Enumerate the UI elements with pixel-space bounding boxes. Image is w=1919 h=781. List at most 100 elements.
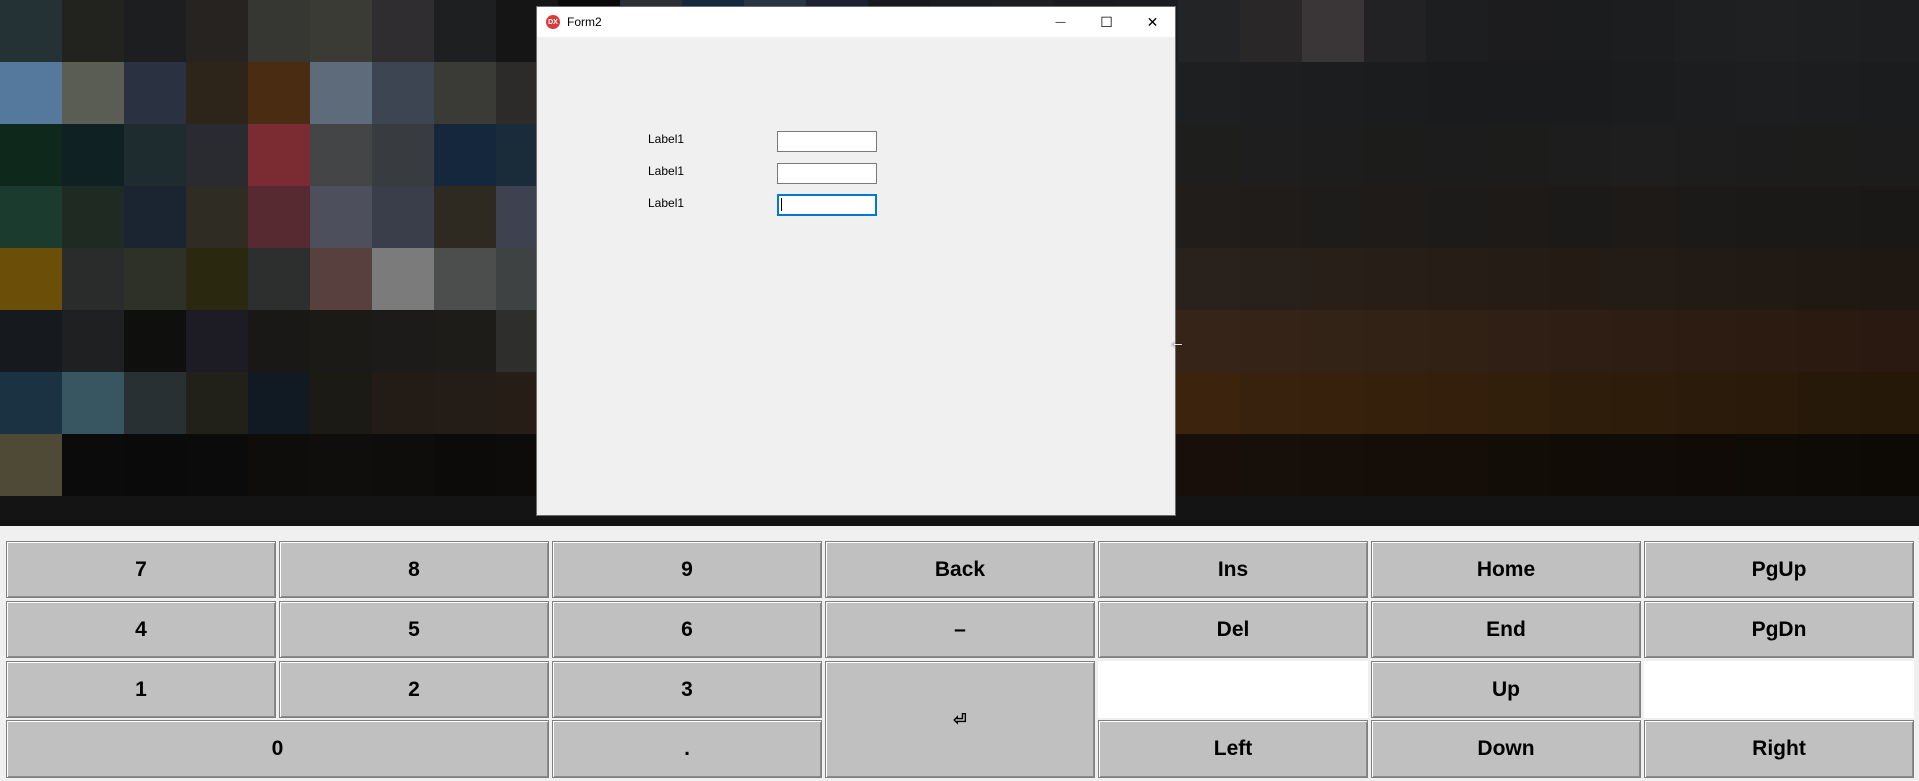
desktop-tile — [124, 186, 186, 248]
key-home[interactable]: Home — [1371, 541, 1641, 598]
key-up[interactable]: Up — [1371, 661, 1641, 718]
key-4[interactable]: 4 — [6, 601, 276, 658]
desktop-tile — [434, 434, 496, 496]
key-down[interactable]: Down — [1371, 720, 1641, 778]
desktop-tile — [124, 124, 186, 186]
maximize-icon: ☐ — [1100, 13, 1113, 30]
keypad-empty-slot — [1098, 661, 1368, 718]
key-decimal[interactable]: . — [552, 720, 822, 778]
field-label-3: Label1 — [648, 196, 685, 210]
desktop-tile — [434, 186, 496, 248]
desktop-tile — [186, 124, 248, 186]
key-pgup[interactable]: PgUp — [1644, 541, 1914, 598]
desktop-tile — [1550, 372, 1612, 434]
desktop-tile — [1488, 310, 1550, 372]
key-pgdn[interactable]: PgDn — [1644, 601, 1914, 658]
desktop-tile — [0, 372, 62, 434]
desktop-tile — [1178, 186, 1240, 248]
key-9[interactable]: 9 — [552, 541, 822, 598]
desktop-tile — [372, 310, 434, 372]
desktop-tile — [248, 186, 310, 248]
desktop-tile — [372, 62, 434, 124]
desktop-tile — [1240, 434, 1302, 496]
desktop-tile — [310, 0, 372, 62]
desktop-tile — [1798, 310, 1860, 372]
key-right[interactable]: Right — [1644, 720, 1914, 778]
desktop-tile — [1674, 124, 1736, 186]
maximize-button[interactable]: ☐ — [1084, 7, 1129, 37]
desktop-tile — [0, 248, 62, 310]
app-icon: DX — [546, 15, 560, 29]
desktop-tile — [62, 372, 124, 434]
key-del[interactable]: Del — [1098, 601, 1368, 658]
desktop-tile — [1364, 62, 1426, 124]
key-5[interactable]: 5 — [279, 601, 549, 658]
key-left[interactable]: Left — [1098, 720, 1368, 778]
field-label-2: Label1 — [648, 164, 685, 178]
key-back[interactable]: Back — [825, 541, 1095, 598]
key-6[interactable]: 6 — [552, 601, 822, 658]
desktop-tile — [1798, 434, 1860, 496]
resize-cursor-icon: ⇽ — [1171, 336, 1183, 352]
desktop-tile — [310, 310, 372, 372]
desktop-tile — [1550, 0, 1612, 62]
desktop-tile — [310, 372, 372, 434]
desktop-tile — [186, 372, 248, 434]
field-label-1: Label1 — [648, 132, 685, 146]
title-bar[interactable]: DX Form2 — ☐ ✕ — [537, 7, 1175, 37]
text-field-2[interactable] — [777, 163, 877, 184]
desktop-tile — [124, 372, 186, 434]
close-button[interactable]: ✕ — [1130, 7, 1175, 37]
form2-window[interactable]: DX Form2 — ☐ ✕ Label1 Label1 Label1 — [536, 6, 1176, 516]
desktop-tile — [1612, 372, 1674, 434]
desktop-tile — [1240, 310, 1302, 372]
desktop-tile — [1364, 434, 1426, 496]
key-ins[interactable]: Ins — [1098, 541, 1368, 598]
desktop-tile — [1860, 310, 1919, 372]
desktop-tile — [124, 434, 186, 496]
desktop-tile — [1612, 248, 1674, 310]
desktop-tile — [1364, 124, 1426, 186]
desktop-tile — [1736, 372, 1798, 434]
key-7[interactable]: 7 — [6, 541, 276, 598]
desktop-tile — [1302, 434, 1364, 496]
key-end[interactable]: End — [1371, 601, 1641, 658]
desktop-tile — [1860, 186, 1919, 248]
minimize-button[interactable]: — — [1038, 7, 1083, 37]
desktop-tile — [1488, 186, 1550, 248]
key-minus[interactable]: – — [825, 601, 1095, 658]
desktop-tile — [1178, 434, 1240, 496]
desktop-tile — [434, 0, 496, 62]
text-field-1[interactable] — [777, 131, 877, 152]
desktop-tile — [1178, 310, 1240, 372]
desktop-tile — [1798, 0, 1860, 62]
keypad-empty-slot — [1644, 661, 1914, 718]
key-1[interactable]: 1 — [6, 661, 276, 718]
desktop-tile — [248, 434, 310, 496]
desktop-tile — [1240, 62, 1302, 124]
desktop-tile — [1364, 310, 1426, 372]
key-0[interactable]: 0 — [6, 720, 549, 778]
key-8[interactable]: 8 — [279, 541, 549, 598]
text-field-3-focused[interactable] — [777, 194, 877, 216]
desktop-tile — [1736, 186, 1798, 248]
desktop-tile — [186, 186, 248, 248]
key-2[interactable]: 2 — [279, 661, 549, 718]
desktop-tile — [1860, 124, 1919, 186]
desktop-tile — [62, 310, 124, 372]
desktop-tile — [1612, 186, 1674, 248]
key-enter[interactable]: ⏎ — [825, 661, 1095, 778]
desktop-tile — [1240, 248, 1302, 310]
desktop-tile — [1364, 248, 1426, 310]
desktop-tile — [1674, 186, 1736, 248]
desktop-tile — [248, 62, 310, 124]
desktop-tile — [248, 310, 310, 372]
desktop-tile — [0, 434, 62, 496]
key-3[interactable]: 3 — [552, 661, 822, 718]
minimize-icon: — — [1055, 16, 1066, 28]
desktop-tile — [1426, 124, 1488, 186]
close-icon: ✕ — [1146, 13, 1159, 30]
desktop-tile — [1426, 62, 1488, 124]
desktop-tile — [186, 434, 248, 496]
desktop-tile — [1550, 124, 1612, 186]
